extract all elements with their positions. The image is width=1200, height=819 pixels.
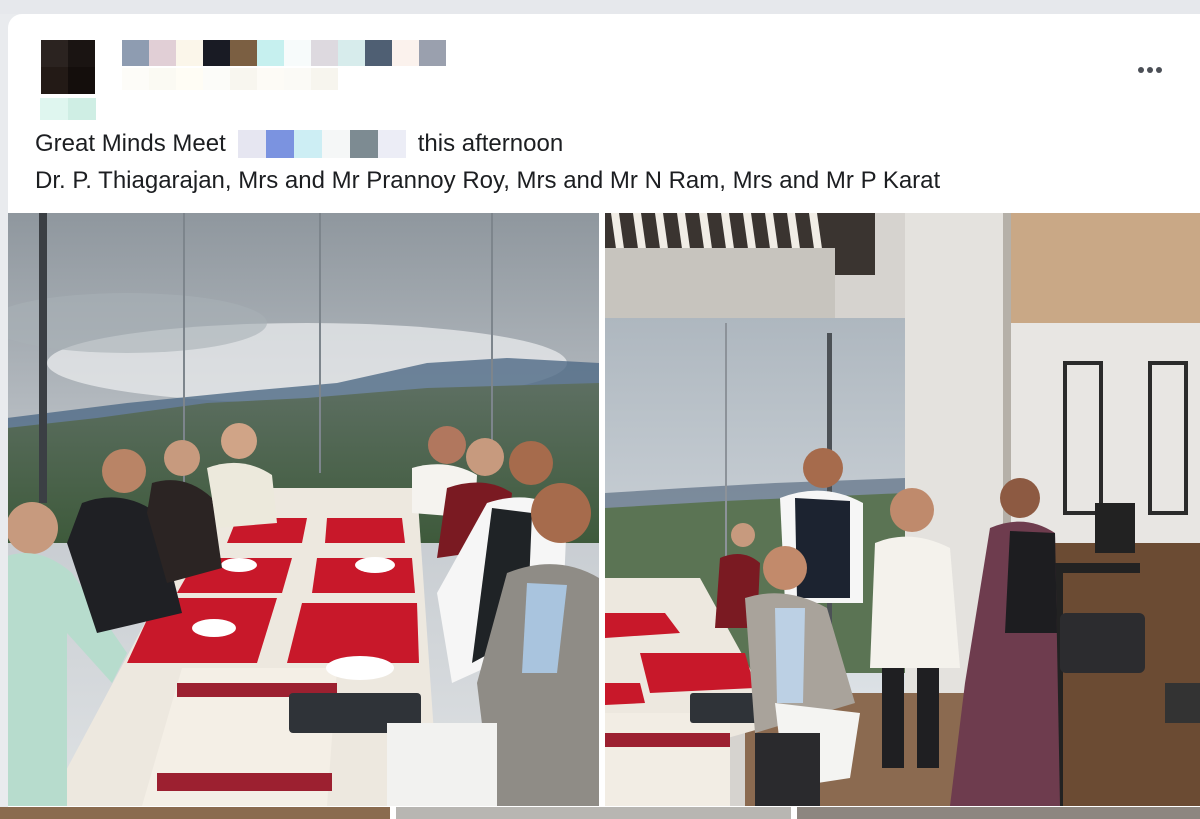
more-options-icon [1138, 67, 1144, 73]
post-card: Great Minds Meet this afternoon Dr. P. T… [8, 14, 1200, 807]
feed-top-strip [0, 0, 1200, 14]
caption-line-2: Dr. P. Thiagarajan, Mrs and Mr Prannoy R… [35, 167, 941, 194]
standing-photo-graphic [605, 213, 1200, 806]
author-avatar-redacted[interactable] [41, 40, 95, 94]
caption-suffix: this afternoon [417, 130, 564, 157]
author-name-redacted[interactable] [122, 40, 446, 66]
more-options-dot [1156, 67, 1162, 73]
more-options-button[interactable] [1130, 58, 1170, 82]
tagged-person-redacted[interactable] [237, 129, 406, 158]
post-meta-redacted [40, 98, 96, 120]
caption-line-1: Great Minds Meet this afternoon [35, 125, 1175, 162]
more-options-dot [1147, 67, 1153, 73]
more-photos-strip [0, 807, 1200, 819]
author-name-redacted-row2 [122, 68, 338, 90]
post-caption: Great Minds Meet this afternoon Dr. P. T… [35, 125, 1175, 199]
caption-prefix: Great Minds Meet [35, 130, 226, 157]
post-photo-standing[interactable] [605, 213, 1200, 806]
facebook-feed: Great Minds Meet this afternoon Dr. P. T… [0, 0, 1200, 819]
post-photo-table[interactable] [8, 213, 599, 806]
table-photo-graphic [8, 213, 599, 806]
